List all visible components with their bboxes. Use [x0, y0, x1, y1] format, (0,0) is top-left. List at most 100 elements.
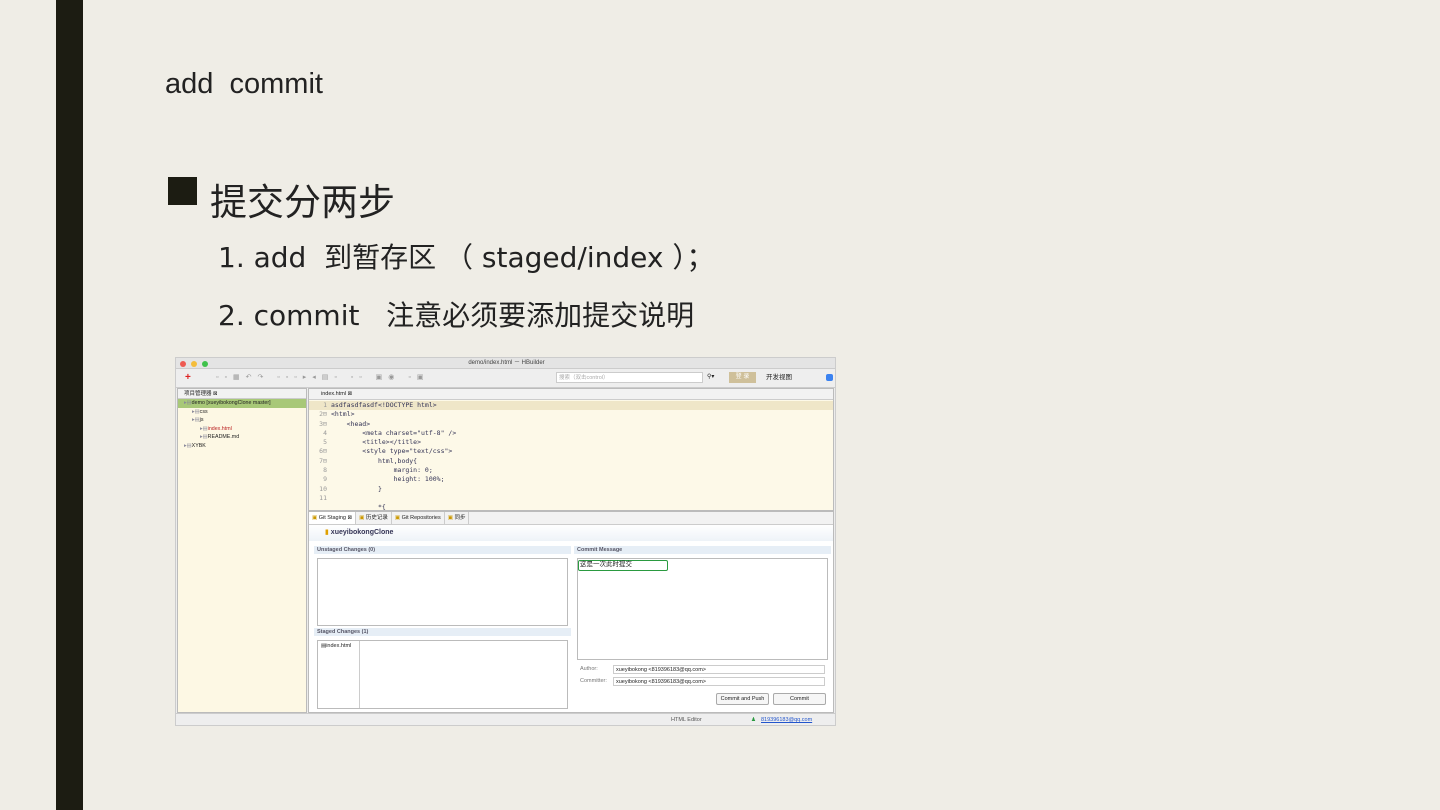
tree-item-label: css [199, 408, 208, 415]
code-line: 9 height: 100%; [309, 475, 833, 484]
line-number: 10 [319, 484, 327, 493]
staged-list[interactable]: ▤index.html [317, 640, 568, 709]
committer-input[interactable]: xueyibokong <819396183@qq.com> [613, 677, 825, 686]
editor-tab[interactable]: index.html ⊠ [309, 389, 833, 400]
unstaged-header: Unstaged Changes (0) [314, 546, 571, 554]
code-line: 4 <meta charset="utf-8" /> [309, 429, 833, 438]
code-text: asdfasdfasdf<!DOCTYPE html> [331, 401, 437, 409]
tab-icon: ▣ [394, 515, 401, 521]
project-tree: ▸▤demo [xueyibokongClone master] ▸▤css ▸▤j… [178, 399, 306, 450]
git-tab[interactable]: ▣ Git Staging ⊠ [309, 512, 357, 524]
code-text: <html> [331, 410, 355, 419]
code-line: 11 [309, 494, 833, 503]
git-tab[interactable]: ▣ 历史记录 [356, 512, 392, 524]
tree-item-label: XYBK [191, 442, 206, 449]
tree-item[interactable]: ▸▤demo [xueyibokongClone master] [178, 399, 306, 408]
new-icon[interactable]: + [185, 372, 191, 383]
code-line: 10 } [309, 485, 833, 494]
code-text: <title></title> [331, 438, 422, 447]
folder-icon: ▸▤ [184, 400, 192, 406]
user-icon: ♟ [751, 717, 756, 723]
toolbar-icons[interactable]: ▫▫▦↶↷ ▫▫▫▸◂▤▫ ▫▫ ▣◉ ▫▣ [216, 373, 429, 381]
git-tab[interactable]: ▣ Git Repositories [392, 512, 445, 524]
code-line: 5 <title></title> [309, 438, 833, 447]
list-item: 2. commit 注意必须要添加提交说明 [218, 299, 695, 332]
commit-message-input[interactable]: 这是一次此时提交 [577, 558, 828, 660]
window-title: demo/index.html － HBuilder [468, 360, 545, 366]
code-text: margin: 0; [331, 466, 433, 475]
close-window-icon[interactable] [180, 361, 186, 367]
minimize-window-icon[interactable] [191, 361, 197, 367]
git-tab-label: 历史记录 [365, 515, 388, 521]
git-tab-label: 同步 [454, 515, 466, 521]
tree-item-label: index.html [207, 425, 232, 432]
status-bar: HTML Editor ♟ 819396183@qq.com [176, 713, 835, 725]
folder-icon: ▸▤ [200, 434, 208, 440]
folder-icon: ▸▤ [184, 442, 192, 449]
git-tab-label: Git Repositories [401, 515, 441, 521]
tab-icon: ▣ [359, 515, 365, 521]
tree-item[interactable]: ▸▤css [178, 408, 306, 417]
view-selector[interactable]: 开发视图 [766, 372, 833, 383]
unstaged-list[interactable] [317, 558, 568, 626]
code-line: 8 margin: 0; [309, 466, 833, 475]
line-number: 11 [319, 493, 327, 502]
search-icon[interactable]: ⚲▾ [707, 373, 714, 380]
git-tab-label: Git Staging ⊠ [318, 515, 353, 521]
tree-item-label: demo [xueyibokongClone master] [191, 400, 271, 406]
git-tabs: ▣ Git Staging ⊠ ▣ 历史记录 ▣ Git Repositories ▣… [309, 512, 833, 525]
code-line: 7⊟ html,body{ [309, 457, 833, 466]
code-line: 2⊟ <html> [309, 410, 833, 419]
tree-item-label: README.md [207, 434, 240, 440]
folder-icon: ▸▤ [200, 425, 208, 432]
bullet-square-icon [168, 177, 197, 205]
committer-label: Committer: [580, 678, 607, 684]
line-number: 6⊟ [319, 447, 327, 456]
line-number: 9 [323, 475, 327, 484]
line-number: 4 [323, 428, 327, 437]
chevron-updown-icon [826, 374, 833, 381]
editor: index.html ⊠ 1 asdfasdfasdf<!DOCTYPE html… [308, 388, 834, 511]
author-label: Author: [580, 666, 598, 672]
tab-icon: ▣ [447, 515, 453, 521]
slide-heading: 提交分两步 [210, 181, 395, 224]
tree-item[interactable]: ▸▤js [178, 416, 306, 425]
slide-title: add commit [165, 68, 323, 100]
maximize-window-icon[interactable] [202, 361, 208, 367]
code-area[interactable]: 1 asdfasdfasdf<!DOCTYPE html> 2⊟ <html> 3⊟ <… [309, 400, 833, 513]
toolbar: + ▫▫▦↶↷ ▫▫▫▸◂▤▫ ▫▫ ▣◉ ▫▣ 搜索（双击control） ⚲… [176, 369, 835, 388]
tree-item[interactable]: ▸▤index.html [178, 425, 306, 434]
code-line: 1 asdfasdfasdf<!DOCTYPE html> [309, 401, 833, 411]
code-text: } [331, 484, 382, 493]
code-text: <head> [331, 419, 371, 428]
code-text: <style type="text/css"> [331, 447, 453, 456]
title-bar: demo/index.html － HBuilder [176, 358, 835, 369]
repo-name: xueyibokongClone [330, 529, 394, 536]
hbuilder-screenshot: demo/index.html － HBuilder + ▫▫▦↶↷ ▫▫▫▸◂… [175, 357, 836, 726]
git-tab[interactable]: ▣ 同步 [445, 512, 470, 524]
folder-icon: ▸▤ [192, 417, 200, 423]
status-editor-type: HTML Editor [671, 717, 702, 723]
commit-message-text[interactable]: 这是一次此时提交 [578, 560, 668, 571]
list-item: 1. add 到暂存区 （ staged/index ）； [218, 241, 715, 274]
tree-item[interactable]: ▸▤XYBK [178, 442, 306, 451]
author-input[interactable]: xueyibokong <819396183@qq.com> [613, 665, 825, 674]
code-text: height: 100%; [331, 475, 445, 484]
tree-item[interactable]: ▸▤README.md [178, 433, 306, 442]
slide-accent-bar [56, 0, 83, 810]
commit-button[interactable]: Commit [773, 693, 826, 705]
user-account-link[interactable]: 819396183@qq.com [761, 714, 812, 725]
line-number: 8 [323, 466, 327, 475]
commit-and-push-button[interactable]: Commit and Push [716, 693, 769, 705]
project-panel-tab[interactable]: 项目管理器 ⊠ [178, 389, 306, 399]
code-text: html,body{ [331, 456, 418, 465]
line-number: 5 [323, 438, 327, 447]
repo-title: ▮ xueyibokongClone [309, 525, 833, 541]
login-button[interactable]: 登 录 [729, 372, 756, 383]
search-input[interactable]: 搜索（双击control） [556, 372, 703, 383]
line-number: 2⊟ [319, 410, 327, 419]
line-number: 3⊟ [319, 419, 327, 428]
code-line: 6⊟ <style type="text/css"> [309, 447, 833, 456]
staged-file[interactable]: ▤index.html [318, 641, 567, 651]
code-text: <meta charset="utf-8" /> [331, 428, 457, 437]
